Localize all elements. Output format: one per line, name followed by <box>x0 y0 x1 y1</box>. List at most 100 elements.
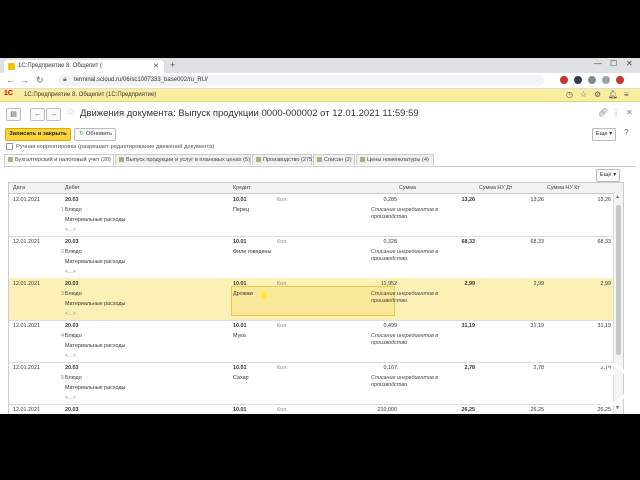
cell-credit-account: 10.01 <box>233 281 247 287</box>
document-title-bar: ▤ ← → ☆ Движения документа: Выпуск проду… <box>0 102 640 126</box>
settings-icon[interactable]: ⚙ <box>594 90 601 99</box>
register-icon <box>360 157 365 163</box>
maximize-icon[interactable]: ☐ <box>610 59 617 68</box>
back-icon[interactable]: ← <box>6 75 15 85</box>
table-row[interactable]: 12.01.2021 20.03 10.01 Кол. 210,000 26,25 26,2… <box>9 404 613 414</box>
cell-sum: 26,25 <box>461 407 476 413</box>
forward-icon[interactable]: → <box>20 75 29 85</box>
tab-label: Бухгалтерский и налоговый учет (20) <box>15 157 111 163</box>
profile-avatar[interactable] <box>616 76 624 84</box>
watermark-logo <box>586 362 630 406</box>
more-button[interactable]: Еще ▾ <box>592 128 616 141</box>
cell-debit-subconto-1: Блюдо <box>65 333 82 339</box>
cell-debit-subconto-3: <...> <box>65 269 76 275</box>
address-bar-row: ← → ↻ 🔒︎ terminal.scloud.ru/06/sc1007333… <box>0 73 640 89</box>
cell-sum: 68,33 <box>461 239 476 245</box>
cell-date: 12.01.2021 <box>13 197 40 203</box>
scroll-up-icon[interactable]: ▲ <box>615 194 620 200</box>
more-actions-icon[interactable]: ⋮ <box>612 108 620 117</box>
cell-sum-nu-kt: 2,99 <box>600 281 612 287</box>
register-icon <box>119 157 124 163</box>
cell-credit-account: 10.01 <box>233 323 247 329</box>
cell-sum-nu-kt: 68,33 <box>597 239 612 245</box>
extension-icon[interactable] <box>560 76 568 84</box>
cell-debit-subconto-2: Материальные расходы <box>65 301 126 307</box>
column-header-sum-nu-dt[interactable]: Сумма НУ Дт <box>479 185 512 191</box>
cell-quantity: 210,000 <box>377 407 398 413</box>
column-header-date[interactable]: Дата <box>13 185 25 191</box>
cell-row-number: 1 <box>61 207 64 213</box>
browser-tab-bar: 1С:Предприятие 8. Общепит ( ✕ + — ☐ ✕ <box>0 58 640 73</box>
save-and-close-button[interactable]: Записать и закрыть <box>5 128 71 141</box>
cell-quantity-label: Кол. <box>277 323 288 329</box>
panel-toggle-icon[interactable]: ▤ <box>6 108 21 121</box>
cell-sum-nu-dt: 68,33 <box>530 239 545 245</box>
cell-debit-subconto-3: <...> <box>65 395 76 401</box>
refresh-icon: ↻ <box>79 131 84 137</box>
browser-tab[interactable]: 1С:Предприятие 8. Общепит ( ✕ <box>4 60 164 73</box>
link-icon[interactable]: 🔗︎ <box>598 108 608 117</box>
cell-note: Списание ингредиентов в производство <box>371 249 439 262</box>
cell-date: 12.01.2021 <box>13 281 40 287</box>
register-icon <box>317 157 322 163</box>
register-tabs: Бухгалтерский и налоговый учет (20) Выпу… <box>4 154 636 167</box>
cell-quantity: 11,952 <box>380 281 397 287</box>
table-more-button[interactable]: Еще ▾ <box>596 169 620 182</box>
minimize-icon[interactable]: — <box>594 59 602 68</box>
tab-prices[interactable]: Цены номенклатуры (4) <box>356 154 434 165</box>
column-header-sum-nu-kt[interactable]: Сумма НУ Кт <box>547 185 580 191</box>
register-icon <box>256 157 261 163</box>
table-row[interactable]: 12.01.2021 20.03 1 Блюдо Материальные расход… <box>9 194 613 237</box>
favorite-star-icon[interactable]: ☆ <box>66 107 75 118</box>
scroll-thumb[interactable] <box>616 205 621 355</box>
help-icon[interactable]: ? <box>624 128 628 137</box>
new-tab-icon[interactable]: + <box>170 60 175 70</box>
favorites-icon[interactable]: ☆ <box>580 90 587 99</box>
cell-credit-item: Филе говядины <box>233 249 272 255</box>
movements-table[interactable]: Дата Дебет Кредит Сумма Сумма НУ Дт Сумм… <box>8 182 624 414</box>
cell-note: Списание ингредиентов в производство <box>371 207 439 220</box>
close-form-icon[interactable]: ✕ <box>626 108 633 117</box>
cell-sum-nu-dt: 13,26 <box>530 197 545 203</box>
table-row[interactable]: 12.01.2021 20.03 3 Блюдо Материальные расход… <box>9 278 613 321</box>
column-header-sum[interactable]: Сумма <box>399 185 416 191</box>
refresh-button[interactable]: ↻ Обновить <box>74 128 116 141</box>
table-row[interactable]: 12.01.2021 20.03 2 Блюдо Материальные расход… <box>9 236 613 279</box>
tab-accounting[interactable]: Бухгалтерский и налоговый учет (20) <box>4 154 114 166</box>
column-header-credit[interactable]: Кредит <box>233 185 251 191</box>
history-icon[interactable]: ◷ <box>566 90 573 99</box>
menu-icon[interactable] <box>602 76 610 84</box>
extension-icon[interactable] <box>574 76 582 84</box>
cell-debit-subconto-2: Материальные расходы <box>65 217 126 223</box>
table-row[interactable]: 12.01.2021 20.03 5 Блюдо Материальные расход… <box>9 362 613 405</box>
checkbox-box[interactable] <box>6 143 13 150</box>
cell-credit-account: 10.01 <box>233 407 247 413</box>
cell-quantity-label: Кол. <box>277 365 288 371</box>
column-header-debit[interactable]: Дебет <box>65 185 80 191</box>
notifications-icon[interactable]: 🔔︎ <box>608 90 618 99</box>
cell-note: Списание ингредиентов в производство <box>371 333 439 346</box>
cell-debit-subconto-3: <...> <box>65 353 76 359</box>
cell-quantity-label: Кол. <box>277 239 288 245</box>
app-menu-icon[interactable]: ≡ <box>624 90 629 99</box>
cell-debit-account: 20.03 <box>65 407 79 413</box>
tab-label: Выпуск продукции и услуг в плановых цена… <box>126 157 250 163</box>
puzzle-icon[interactable] <box>588 76 596 84</box>
tab-production-output[interactable]: Выпуск продукции и услуг в плановых цена… <box>115 154 251 165</box>
manual-edit-checkbox[interactable]: Ручная корректировка (разрешает редактир… <box>6 143 214 150</box>
cell-debit-subconto-3: <...> <box>65 227 76 233</box>
cell-quantity: 0,499 <box>383 323 398 329</box>
table-row[interactable]: 12.01.2021 20.03 4 Блюдо Материальные расход… <box>9 320 613 363</box>
url-input[interactable]: 🔒︎ terminal.scloud.ru/06/sc1007333_base0… <box>58 75 544 86</box>
reload-icon[interactable]: ↻ <box>36 75 44 86</box>
cell-quantity: 0,328 <box>383 239 398 245</box>
close-tab-icon[interactable]: ✕ <box>153 62 159 70</box>
tab-production[interactable]: Производство (275) <box>252 154 314 165</box>
url-text: terminal.scloud.ru/06/sc1007333_base002/… <box>74 77 208 83</box>
cell-credit-account: 10.01 <box>233 239 247 245</box>
cell-debit-subconto-1: Блюдо <box>65 291 82 297</box>
tab-writeoff[interactable]: Списан (2) <box>313 154 355 165</box>
back-nav-button[interactable]: ← <box>30 108 45 121</box>
close-window-icon[interactable]: ✕ <box>626 59 633 68</box>
forward-nav-button[interactable]: → <box>46 108 61 121</box>
